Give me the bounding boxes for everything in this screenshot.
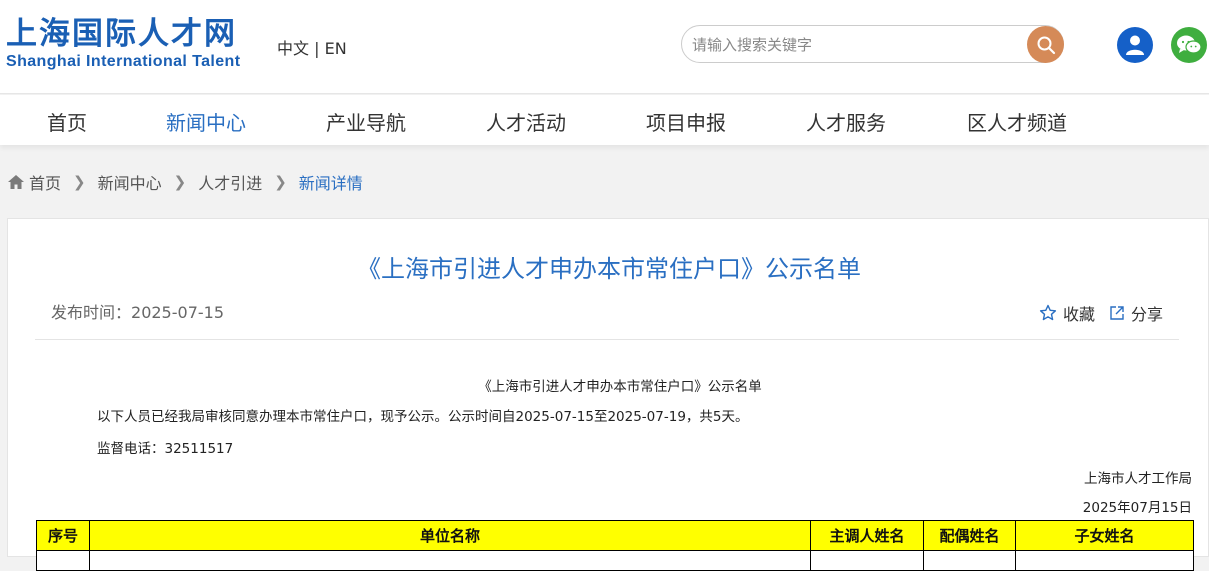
lang-english-link[interactable]: EN xyxy=(325,39,347,58)
article-title: 《上海市引进人才申办本市常住户口》公示名单 xyxy=(357,255,861,283)
nav-item-news[interactable]: 新闻中心 xyxy=(166,107,246,136)
col-header-children: 子女姓名 xyxy=(1015,520,1194,551)
breadcrumb-home[interactable]: 首页 xyxy=(29,170,61,194)
lang-chinese-link[interactable]: 中文 xyxy=(277,39,309,58)
hotline-number: 32511517 xyxy=(164,441,234,457)
favorite-label: 收藏 xyxy=(1062,305,1095,324)
content-subtitle: 《上海市引进人才申办本市常住户口》公示名单 xyxy=(478,379,762,395)
user-icon xyxy=(1126,35,1144,55)
breadcrumb-current: 新闻详情 xyxy=(298,174,363,193)
col-header-applicant: 主调人姓名 xyxy=(810,520,924,551)
table-header-row: 序号 单位名称 主调人姓名 配偶姓名 子女姓名 xyxy=(36,520,1194,551)
share-button[interactable]: 分享 xyxy=(1109,301,1163,325)
hotline-label: 监督电话： xyxy=(97,441,165,457)
hotline-line: 监督电话：32511517 xyxy=(97,437,233,457)
issue-date: 2025年07月15日 xyxy=(1082,500,1192,516)
chevron-right-icon: ❯ xyxy=(73,173,86,191)
col-header-index: 序号 xyxy=(36,520,90,551)
nav-item-services[interactable]: 人才服务 xyxy=(806,107,886,136)
publish-label: 发布时间： xyxy=(51,303,132,322)
search-input[interactable] xyxy=(692,34,1012,56)
star-icon xyxy=(1039,304,1057,321)
favorite-button[interactable]: 收藏 xyxy=(1039,301,1095,325)
content-paragraph: 以下人员已经我局审核同意办理本市常住户口，现予公示。公示时间自2025-07-1… xyxy=(97,409,749,425)
logo-chinese: 上海国际人才网 xyxy=(6,16,237,52)
nav-item-events[interactable]: 人才活动 xyxy=(486,107,566,136)
wechat-icon xyxy=(1177,35,1202,54)
language-switch: 中文 | EN xyxy=(277,35,347,59)
search-box xyxy=(681,25,1064,63)
main-nav: 首页 新闻中心 产业导航 人才活动 项目申报 人才服务 区人才频道 xyxy=(0,95,1209,145)
article-actions: 收藏 分享 xyxy=(1025,301,1163,325)
article-card: 《上海市引进人才申办本市常住户口》公示名单 发布时间：2025-07-15 收藏… xyxy=(7,218,1209,571)
wechat-button[interactable] xyxy=(1171,27,1207,63)
lang-separator: | xyxy=(309,39,325,58)
nav-item-projects[interactable]: 项目申报 xyxy=(646,107,726,136)
divider xyxy=(35,339,1179,340)
table-row xyxy=(36,550,1194,571)
issuer: 上海市人才工作局 xyxy=(1084,471,1192,487)
site-logo[interactable]: 上海国际人才网 Shanghai International Talent xyxy=(6,16,240,72)
breadcrumb: 首页 ❯ 新闻中心 ❯ 人才引进 ❯ 新闻详情 xyxy=(7,171,363,193)
publish-info: 发布时间：2025-07-15 xyxy=(51,299,224,323)
breadcrumb-news[interactable]: 新闻中心 xyxy=(98,170,162,194)
search-button[interactable] xyxy=(1027,26,1064,63)
search-icon xyxy=(1037,36,1055,54)
logo-english: Shanghai International Talent xyxy=(6,53,241,70)
user-button[interactable] xyxy=(1117,27,1153,63)
nav-item-home[interactable]: 首页 xyxy=(47,107,87,136)
roster-table: 序号 单位名称 主调人姓名 配偶姓名 子女姓名 xyxy=(36,520,1194,571)
publish-date: 2025-07-15 xyxy=(131,303,224,322)
chevron-right-icon: ❯ xyxy=(173,173,187,191)
col-header-employer: 单位名称 xyxy=(89,520,811,551)
col-header-spouse: 配偶姓名 xyxy=(923,520,1016,551)
share-label: 分享 xyxy=(1130,305,1163,324)
nav-item-industry[interactable]: 产业导航 xyxy=(326,107,406,136)
chevron-right-icon: ❯ xyxy=(274,173,287,191)
home-icon xyxy=(8,175,24,189)
share-icon xyxy=(1110,306,1124,320)
breadcrumb-talent[interactable]: 人才引进 xyxy=(198,170,262,194)
site-header: 上海国际人才网 Shanghai International Talent 中文… xyxy=(0,0,1209,94)
nav-item-district[interactable]: 区人才频道 xyxy=(967,107,1067,136)
